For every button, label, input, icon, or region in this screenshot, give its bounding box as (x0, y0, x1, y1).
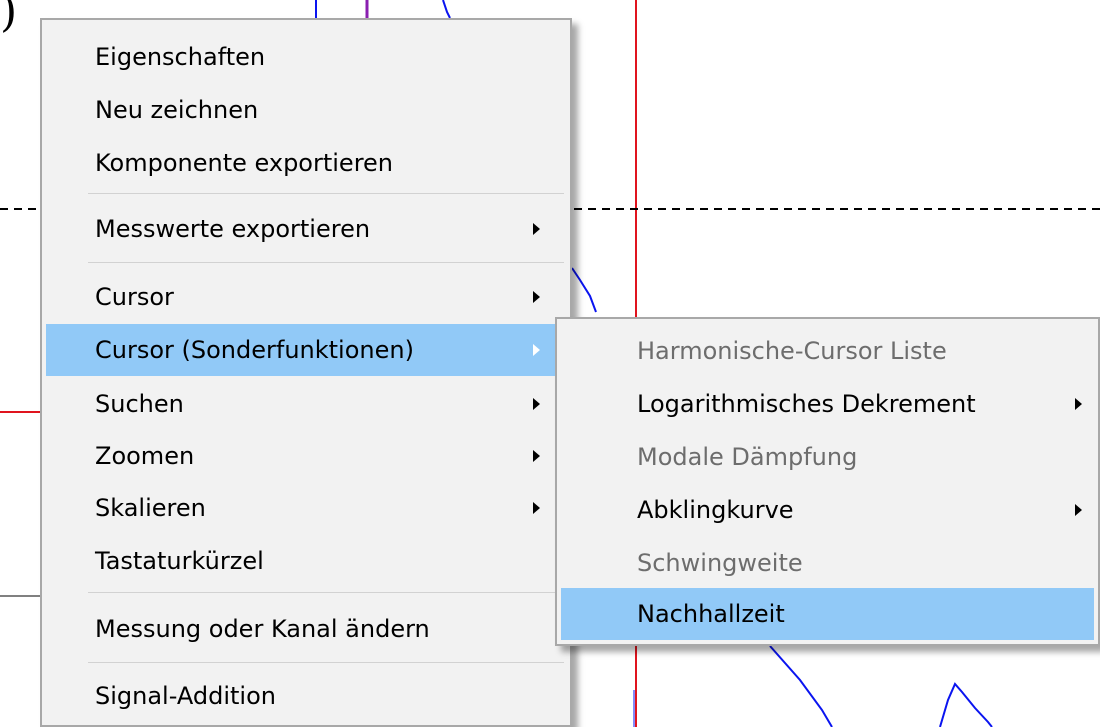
menu-item-label: Zoomen (95, 442, 195, 470)
menu-separator (88, 592, 564, 593)
menu-separator (88, 662, 564, 663)
submenu-item-schwingweite[interactable]: Schwingweite (561, 537, 1094, 589)
menu-item-neu-zeichnen[interactable]: Neu zeichnen (46, 84, 566, 136)
menu-item-label: Logarithmisches Dekrement (637, 390, 976, 418)
menu-item-label: Eigenschaften (95, 43, 266, 71)
submenu-item-harmonische-cursor-liste[interactable]: Harmonische-Cursor Liste (561, 325, 1094, 377)
submenu-arrow-icon (1075, 504, 1082, 516)
context-menu: Eigenschaften Neu zeichnen Komponente ex… (40, 18, 572, 727)
menu-item-zoomen[interactable]: Zoomen (46, 430, 566, 482)
menu-item-messwerte-exportieren[interactable]: Messwerte exportieren (46, 203, 566, 255)
submenu-item-logarithmisches-dekrement[interactable]: Logarithmisches Dekrement (561, 378, 1094, 430)
cursor-special-submenu: Harmonische-Cursor Liste Logarithmisches… (555, 317, 1100, 646)
submenu-arrow-icon (533, 398, 540, 410)
menu-item-label: Suchen (95, 390, 184, 418)
submenu-arrow-icon (533, 344, 540, 356)
submenu-arrow-icon (533, 223, 540, 235)
submenu-arrow-icon (533, 502, 540, 514)
menu-item-suchen[interactable]: Suchen (46, 378, 566, 430)
signal-fragment-top-2 (442, 0, 451, 19)
menu-item-komponente-exportieren[interactable]: Komponente exportieren (46, 137, 566, 189)
signal-peak-bottom (939, 682, 993, 727)
menu-item-messung-oder-kanal-aendern[interactable]: Messung oder Kanal ändern (46, 603, 566, 655)
menu-item-label: Cursor (Sonderfunktionen) (95, 336, 414, 364)
menu-item-skalieren[interactable]: Skalieren (46, 482, 566, 534)
submenu-item-modale-daempfung[interactable]: Modale Dämpfung (561, 431, 1094, 483)
menu-item-cursor[interactable]: Cursor (46, 271, 566, 323)
submenu-arrow-icon (1075, 398, 1082, 410)
menu-item-label: Messwerte exportieren (95, 215, 371, 243)
menu-item-tastaturkuerzel[interactable]: Tastaturkürzel (46, 535, 566, 587)
submenu-item-abklingkurve[interactable]: Abklingkurve (561, 484, 1094, 536)
submenu-item-nachhallzeit[interactable]: Nachhallzeit (561, 588, 1094, 640)
menu-item-label: Schwingweite (637, 549, 803, 577)
menu-item-label: Messung oder Kanal ändern (95, 615, 430, 643)
menu-item-cursor-sonderfunktionen[interactable]: Cursor (Sonderfunktionen) (46, 324, 566, 376)
menu-item-eigenschaften[interactable]: Eigenschaften (46, 31, 566, 83)
menu-item-label: Neu zeichnen (95, 96, 259, 124)
menu-item-label: Modale Dämpfung (637, 443, 858, 471)
menu-item-label: Cursor (95, 283, 174, 311)
menu-separator (88, 262, 564, 263)
menu-item-label: Nachhallzeit (637, 600, 785, 628)
submenu-arrow-icon (533, 450, 540, 462)
menu-item-label: Komponente exportieren (95, 149, 394, 177)
menu-item-label: Tastaturkürzel (95, 547, 264, 575)
submenu-arrow-icon (533, 291, 540, 303)
menu-item-signal-addition[interactable]: Signal-Addition (46, 670, 566, 722)
menu-item-label: Harmonische-Cursor Liste (637, 337, 947, 365)
signal-trace-bottom (769, 645, 833, 727)
menu-item-label: Signal-Addition (95, 682, 276, 710)
menu-item-label: Skalieren (95, 494, 206, 522)
signal-trace-right (571, 267, 597, 313)
menu-item-label: Abklingkurve (637, 496, 794, 524)
menu-separator (88, 193, 564, 194)
background-text-fragment: ) (0, 0, 18, 37)
